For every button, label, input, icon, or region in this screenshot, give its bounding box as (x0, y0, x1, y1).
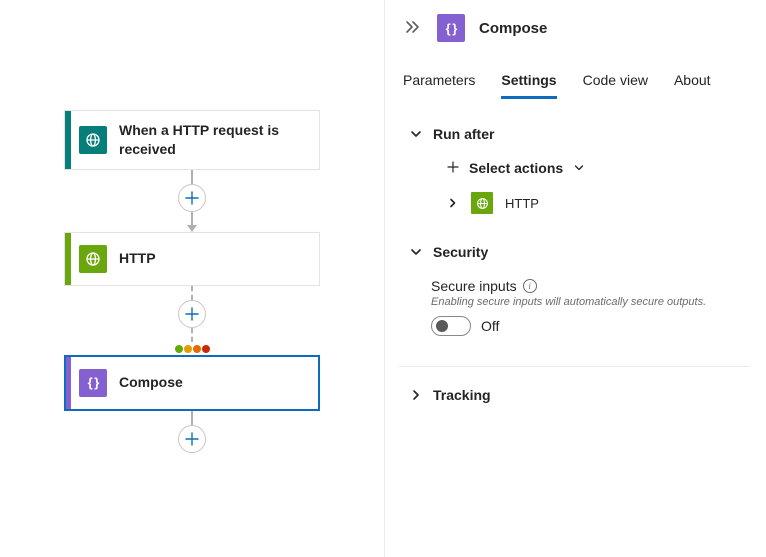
secure-inputs-hint: Enabling secure inputs will automaticall… (431, 296, 746, 308)
tab-about[interactable]: About (674, 72, 711, 99)
section-title: Tracking (433, 387, 491, 403)
add-step-button[interactable] (178, 184, 206, 212)
chevron-down-icon (573, 162, 585, 174)
edge (178, 411, 206, 453)
designer-canvas[interactable]: When a HTTP request is received (0, 0, 384, 557)
arrow-down-icon (187, 225, 197, 232)
panel-title: Compose (479, 20, 547, 37)
add-step-button[interactable] (178, 425, 206, 453)
panel-header: { } Compose (403, 14, 746, 42)
node-label: Compose (119, 363, 318, 402)
toggle-state-label: Off (481, 318, 499, 334)
node-label: When a HTTP request is received (119, 111, 319, 169)
run-after-status-dots (175, 345, 210, 353)
section-security: Security Secure inputs i Enabling secure… (403, 244, 746, 336)
add-step-button[interactable] (178, 300, 206, 328)
select-actions-label: Select actions (469, 160, 563, 176)
tab-parameters[interactable]: Parameters (403, 72, 475, 99)
braces-icon: { } (437, 14, 465, 42)
run-after-item-name: HTTP (505, 196, 539, 211)
chevron-down-icon (409, 245, 423, 259)
chevron-right-icon (447, 197, 459, 209)
section-run-after: Run after Select actions (403, 126, 746, 214)
node-compose-action[interactable]: { } Compose (64, 355, 320, 411)
chevron-right-icon (409, 388, 423, 402)
node-http-action[interactable]: HTTP (64, 232, 320, 286)
globe-icon (79, 245, 107, 273)
info-icon[interactable]: i (523, 279, 537, 293)
panel-tabs: Parameters Settings Code view About (403, 72, 746, 100)
tab-code-view[interactable]: Code view (583, 72, 648, 99)
properties-panel: { } Compose Parameters Settings Code vie… (384, 0, 766, 557)
flow-column: When a HTTP request is received (0, 110, 384, 453)
run-after-item[interactable]: HTTP (447, 192, 746, 214)
section-title: Run after (433, 126, 494, 142)
plus-icon (447, 160, 459, 176)
secure-inputs-toggle[interactable] (431, 316, 471, 336)
edge (178, 170, 206, 232)
section-title: Security (433, 244, 488, 260)
braces-icon: { } (79, 369, 107, 397)
tab-settings[interactable]: Settings (501, 72, 556, 99)
chevron-down-icon (409, 127, 423, 141)
secure-inputs-label: Secure inputs (431, 278, 517, 294)
collapse-panel-button[interactable] (403, 18, 423, 39)
select-actions-button[interactable]: Select actions (447, 160, 746, 176)
node-accent (65, 233, 71, 285)
section-header-tracking[interactable]: Tracking (403, 387, 746, 403)
node-label: HTTP (119, 239, 319, 278)
globe-icon (471, 192, 493, 214)
node-accent (65, 111, 71, 169)
node-accent (66, 357, 71, 409)
globe-icon (79, 126, 107, 154)
section-divider (399, 366, 750, 367)
node-http-trigger[interactable]: When a HTTP request is received (64, 110, 320, 170)
edge (175, 286, 210, 355)
section-header-security[interactable]: Security (403, 244, 746, 260)
section-header-run-after[interactable]: Run after (403, 126, 746, 142)
section-tracking: Tracking (403, 387, 746, 403)
